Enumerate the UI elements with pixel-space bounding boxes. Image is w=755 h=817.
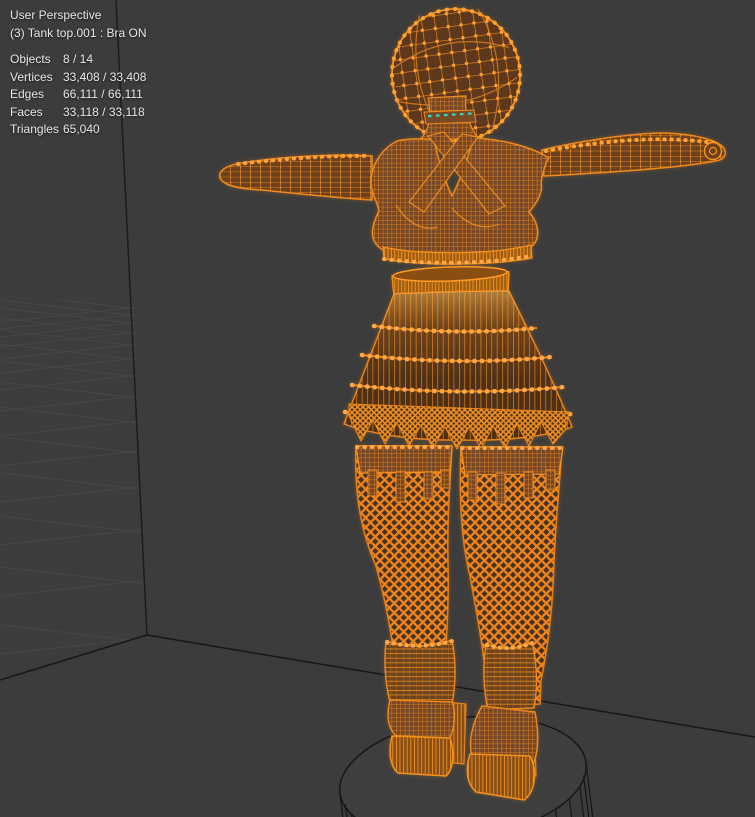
left-platform-boot[interactable] (384, 639, 467, 777)
left-boot-cuff (384, 639, 456, 705)
right-boot-cuff (483, 640, 538, 711)
choker-band[interactable] (423, 109, 477, 125)
right-platform-boot[interactable] (466, 640, 539, 801)
tank-top-mesh[interactable] (370, 131, 551, 265)
character-model[interactable] (218, 1, 727, 801)
wall-corner-edge (115, 0, 148, 636)
petticoat-ruffle[interactable] (348, 403, 570, 451)
floor-edge-left (0, 634, 148, 681)
left-boot-upper (387, 699, 456, 739)
floor-grid (0, 297, 147, 655)
left-boot-platform (389, 735, 454, 777)
scene-canvas[interactable] (0, 0, 755, 817)
right-hand[interactable] (703, 141, 723, 161)
left-arm-mesh[interactable] (218, 153, 373, 201)
3d-viewport[interactable]: User Perspective (3) Tank top.001 : Bra … (0, 0, 755, 817)
right-arm-mesh[interactable] (541, 132, 727, 177)
